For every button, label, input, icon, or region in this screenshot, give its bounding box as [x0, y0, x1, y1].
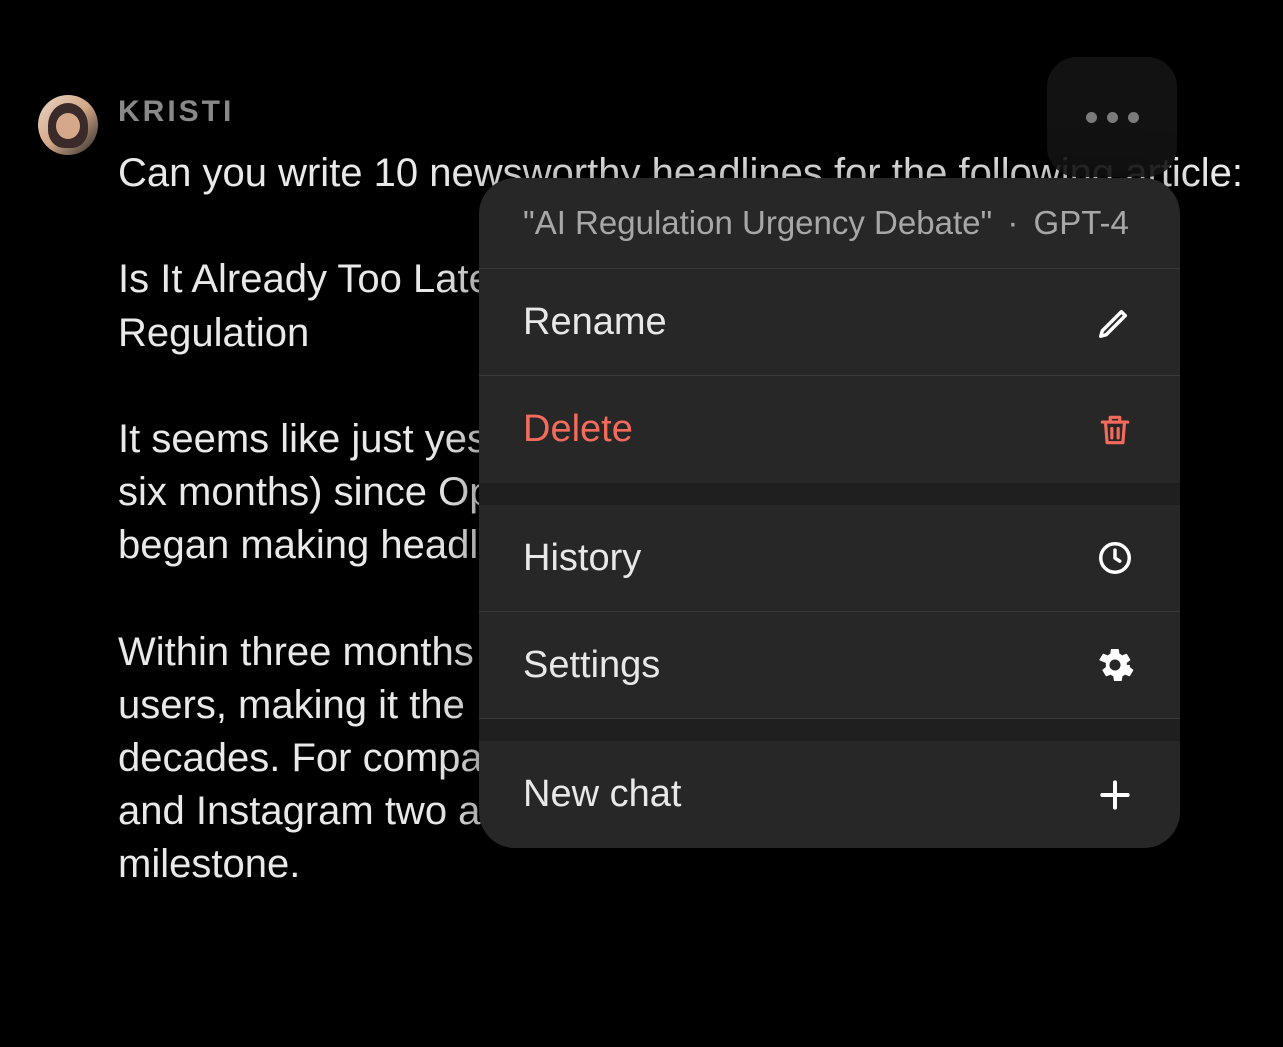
plus-icon — [1094, 774, 1136, 816]
context-menu-popover: "AI Regulation Urgency Debate" · GPT-4 R… — [479, 178, 1180, 848]
clock-icon — [1094, 537, 1136, 579]
menu-label-delete: Delete — [523, 408, 633, 451]
menu-item-new-chat[interactable]: New chat — [479, 741, 1180, 848]
popover-header: "AI Regulation Urgency Debate" · GPT-4 — [479, 178, 1180, 269]
menu-label-history: History — [523, 537, 641, 580]
menu-divider — [479, 719, 1180, 741]
separator-dot: · — [1007, 204, 1018, 241]
menu-item-settings[interactable]: Settings — [479, 612, 1180, 719]
menu-item-delete[interactable]: Delete — [479, 376, 1180, 483]
menu-label-new-chat: New chat — [523, 773, 681, 816]
more-icon — [1086, 112, 1139, 123]
gear-icon — [1094, 644, 1136, 686]
model-name: GPT-4 — [1034, 204, 1129, 241]
menu-divider — [479, 483, 1180, 505]
menu-label-settings: Settings — [523, 644, 660, 687]
context-menu: Rename Delete History — [479, 269, 1180, 848]
menu-item-rename[interactable]: Rename — [479, 269, 1180, 376]
conversation-title: "AI Regulation Urgency Debate" — [523, 204, 992, 241]
trash-icon — [1094, 409, 1136, 451]
menu-item-history[interactable]: History — [479, 505, 1180, 612]
avatar[interactable] — [38, 95, 98, 155]
menu-label-rename: Rename — [523, 301, 667, 344]
more-button[interactable] — [1047, 57, 1177, 177]
pencil-icon — [1094, 301, 1136, 343]
